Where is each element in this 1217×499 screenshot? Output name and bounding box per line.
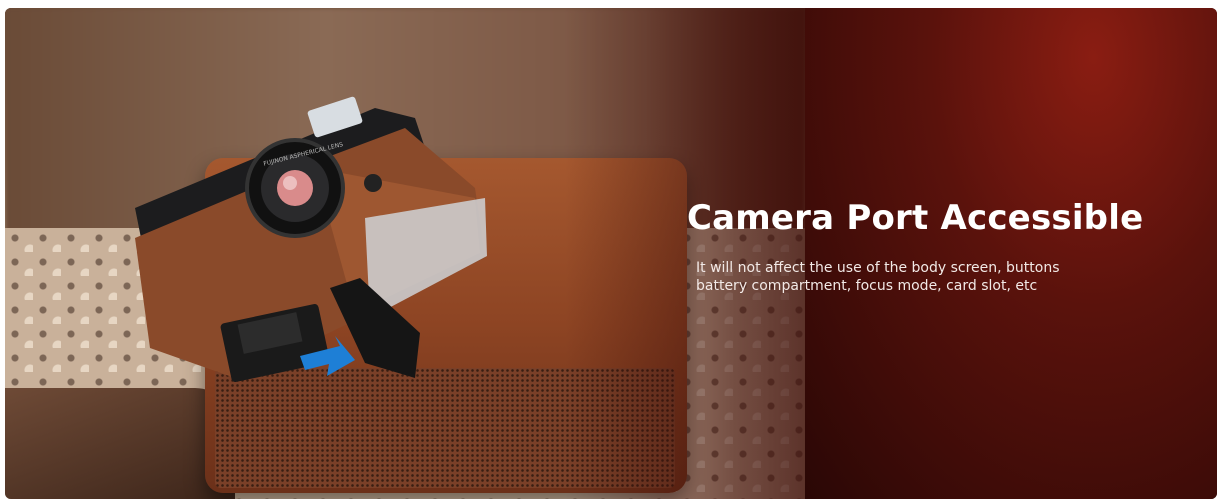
product-feature-banner: FUJINON ASPHERICAL LENS Camera Port Acce… <box>5 8 1217 499</box>
description-line-1: It will not affect the use of the body s… <box>696 260 1060 276</box>
leather-cushion <box>5 388 235 499</box>
feature-headline: Camera Port Accessible <box>687 198 1144 238</box>
product-photo: FUJINON ASPHERICAL LENS <box>5 8 805 499</box>
description-line-2: battery compartment, focus mode, card sl… <box>696 278 1038 294</box>
feature-description: It will not affect the use of the body s… <box>696 259 1166 295</box>
camera-with-leather-case: FUJINON ASPHERICAL LENS <box>135 96 487 382</box>
photo-fade-overlay <box>565 8 805 499</box>
text-panel-background <box>805 8 1217 499</box>
